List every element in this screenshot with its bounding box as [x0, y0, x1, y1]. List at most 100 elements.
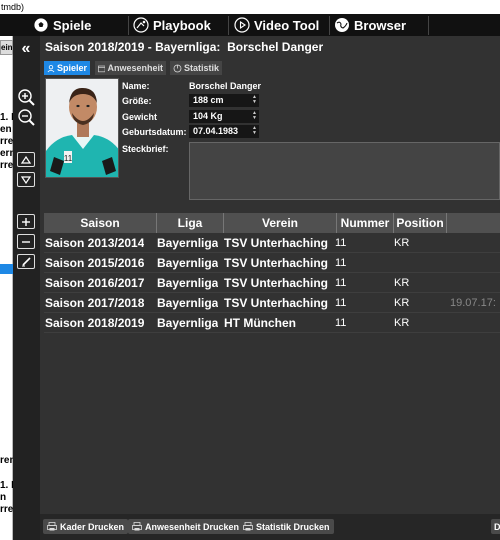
stepper-arrows-icon[interactable]: ▲ ▼ — [252, 126, 257, 136]
name-value: Borschel Danger — [189, 81, 262, 91]
nav-spiele[interactable]: Spiele — [33, 14, 91, 36]
tab-statistik[interactable]: Statistik — [170, 61, 222, 75]
left-panel-text: 1. H — [0, 480, 13, 491]
season-title: Saison 2018/2019 - Bayernliga: — [45, 40, 221, 54]
nav-video-tool[interactable]: Video Tool — [234, 14, 319, 36]
cell-verein: TSV Unterhaching — [224, 276, 329, 290]
player-title: Borschel Danger — [227, 40, 324, 54]
move-down-icon[interactable] — [17, 172, 35, 187]
cell-verein: TSV Unterhaching — [224, 236, 329, 250]
cell-saison: Saison 2016/2017 — [45, 276, 145, 290]
left-panel-selected-row[interactable] — [0, 264, 13, 274]
cell-verein: HT München — [224, 316, 296, 330]
printer-icon — [47, 522, 57, 531]
tab-anwesenheit-label: Anwesenheit — [107, 63, 163, 73]
calendar-icon — [98, 65, 106, 72]
cell-liga: Bayernliga — [157, 236, 219, 250]
player-photo: 11 — [45, 78, 119, 178]
add-icon[interactable] — [17, 214, 35, 229]
left-panel: ein 1. H en rre ern rre ren 1. H n rre — [0, 36, 13, 540]
cell-nummer: 11 — [335, 297, 347, 309]
cell-position: KR — [394, 237, 410, 249]
nav-spiele-label: Spiele — [53, 17, 92, 33]
move-up-icon[interactable] — [17, 152, 35, 167]
left-panel-text: rre — [0, 504, 13, 515]
tab-spieler[interactable]: Spieler — [44, 61, 90, 75]
cell-nummer: 11 — [335, 237, 347, 249]
left-panel-text: n — [0, 492, 7, 503]
cell-position: KR — [394, 277, 410, 289]
height-value: 188 cm — [193, 95, 224, 105]
nav-playbook[interactable]: Playbook — [133, 14, 211, 36]
column-header-liga[interactable]: Liga — [157, 213, 224, 233]
profile-textarea[interactable] — [189, 142, 500, 200]
collapse-icon[interactable]: « — [17, 40, 35, 58]
nav-playbook-label: Playbook — [153, 17, 211, 33]
window-title: tmdb) — [0, 0, 500, 14]
svg-text:11: 11 — [64, 154, 73, 163]
printer-icon — [132, 522, 142, 531]
column-header-extra[interactable] — [447, 213, 500, 233]
height-stepper[interactable]: 188 cm ▲ ▼ — [189, 94, 259, 107]
user-icon — [47, 64, 55, 72]
column-header-nummer[interactable]: Nummer — [337, 213, 394, 233]
name-label: Name: — [122, 81, 150, 91]
profile-label: Steckbrief: — [122, 144, 169, 154]
stepper-arrows-icon[interactable]: ▲ ▼ — [252, 111, 257, 121]
birthdate-field[interactable]: 07.04.1983 ▲ ▼ — [189, 125, 259, 138]
left-panel-text: ren — [0, 455, 13, 466]
globe-icon — [334, 17, 350, 33]
left-panel-text: ern — [0, 148, 13, 159]
cell-nummer: 11 — [335, 257, 347, 269]
stats-icon — [173, 64, 182, 72]
cell-position: KR — [394, 317, 410, 329]
zoom-out-icon[interactable] — [17, 108, 35, 126]
print-roster-label: Kader Drucken — [60, 521, 125, 532]
zoom-in-icon[interactable] — [17, 88, 35, 106]
soccer-ball-icon — [33, 17, 49, 33]
table-row[interactable]: Saison 2015/2016 Bayernliga TSV Unterhac… — [44, 253, 500, 273]
nav-browser[interactable]: Browser — [334, 14, 406, 36]
cell-saison: Saison 2017/2018 — [45, 296, 145, 310]
column-header-position[interactable]: Position — [394, 213, 447, 233]
cell-liga: Bayernliga — [157, 296, 219, 310]
stepper-arrows-icon[interactable]: ▲ ▼ — [252, 95, 257, 105]
cell-nummer: 11 — [335, 317, 347, 329]
print-attendance-label: Anwesenheit Drucken — [145, 521, 240, 532]
table-row[interactable]: Saison 2013/2014 Bayernliga TSV Unterhac… — [44, 233, 500, 253]
column-header-verein[interactable]: Verein — [224, 213, 337, 233]
printer-icon — [243, 522, 253, 531]
column-header-saison[interactable]: Saison — [44, 213, 157, 233]
print-statistics-button[interactable]: Statistik Drucken — [239, 519, 334, 534]
left-panel-text: rre — [0, 160, 13, 171]
weight-value: 104 Kg — [193, 111, 223, 121]
tool-strip: « — [13, 36, 40, 540]
edit-icon[interactable] — [17, 254, 35, 269]
table-row[interactable]: Saison 2016/2017 Bayernliga TSV Unterhac… — [44, 273, 500, 293]
tab-anwesenheit[interactable]: Anwesenheit — [95, 61, 166, 75]
play-circle-icon — [234, 17, 250, 33]
print-statistics-label: Statistik Drucken — [256, 521, 330, 532]
top-navigation: Spiele Playbook Video Tool Browser — [0, 14, 500, 36]
nav-divider — [329, 16, 330, 35]
footer-right-button[interactable]: D — [491, 519, 500, 534]
playbook-icon — [133, 17, 149, 33]
cell-verein: TSV Unterhaching — [224, 256, 329, 270]
nav-divider — [228, 16, 229, 35]
print-attendance-button[interactable]: Anwesenheit Drucken — [128, 519, 244, 534]
player-detail-panel: Saison 2018/2019 - Bayernliga: Borschel … — [40, 36, 500, 540]
height-label: Größe: — [122, 96, 152, 106]
nav-divider — [428, 16, 429, 35]
nav-divider — [128, 16, 129, 35]
print-roster-button[interactable]: Kader Drucken — [43, 519, 129, 534]
cell-saison: Saison 2013/2014 — [45, 236, 145, 250]
weight-stepper[interactable]: 104 Kg ▲ ▼ — [189, 110, 259, 123]
cell-saison: Saison 2018/2019 — [45, 316, 145, 330]
table-row[interactable]: Saison 2017/2018 Bayernliga TSV Unterhac… — [44, 293, 500, 313]
footer-toolbar: Kader Drucken Anwesenheit Drucken Statis… — [40, 514, 500, 540]
birthdate-label: Geburtsdatum: — [122, 127, 187, 137]
table-row[interactable]: Saison 2018/2019 Bayernliga HT München 1… — [44, 313, 500, 333]
left-panel-button[interactable]: ein — [0, 40, 13, 55]
tab-statistik-label: Statistik — [183, 63, 219, 73]
remove-icon[interactable] — [17, 234, 35, 249]
